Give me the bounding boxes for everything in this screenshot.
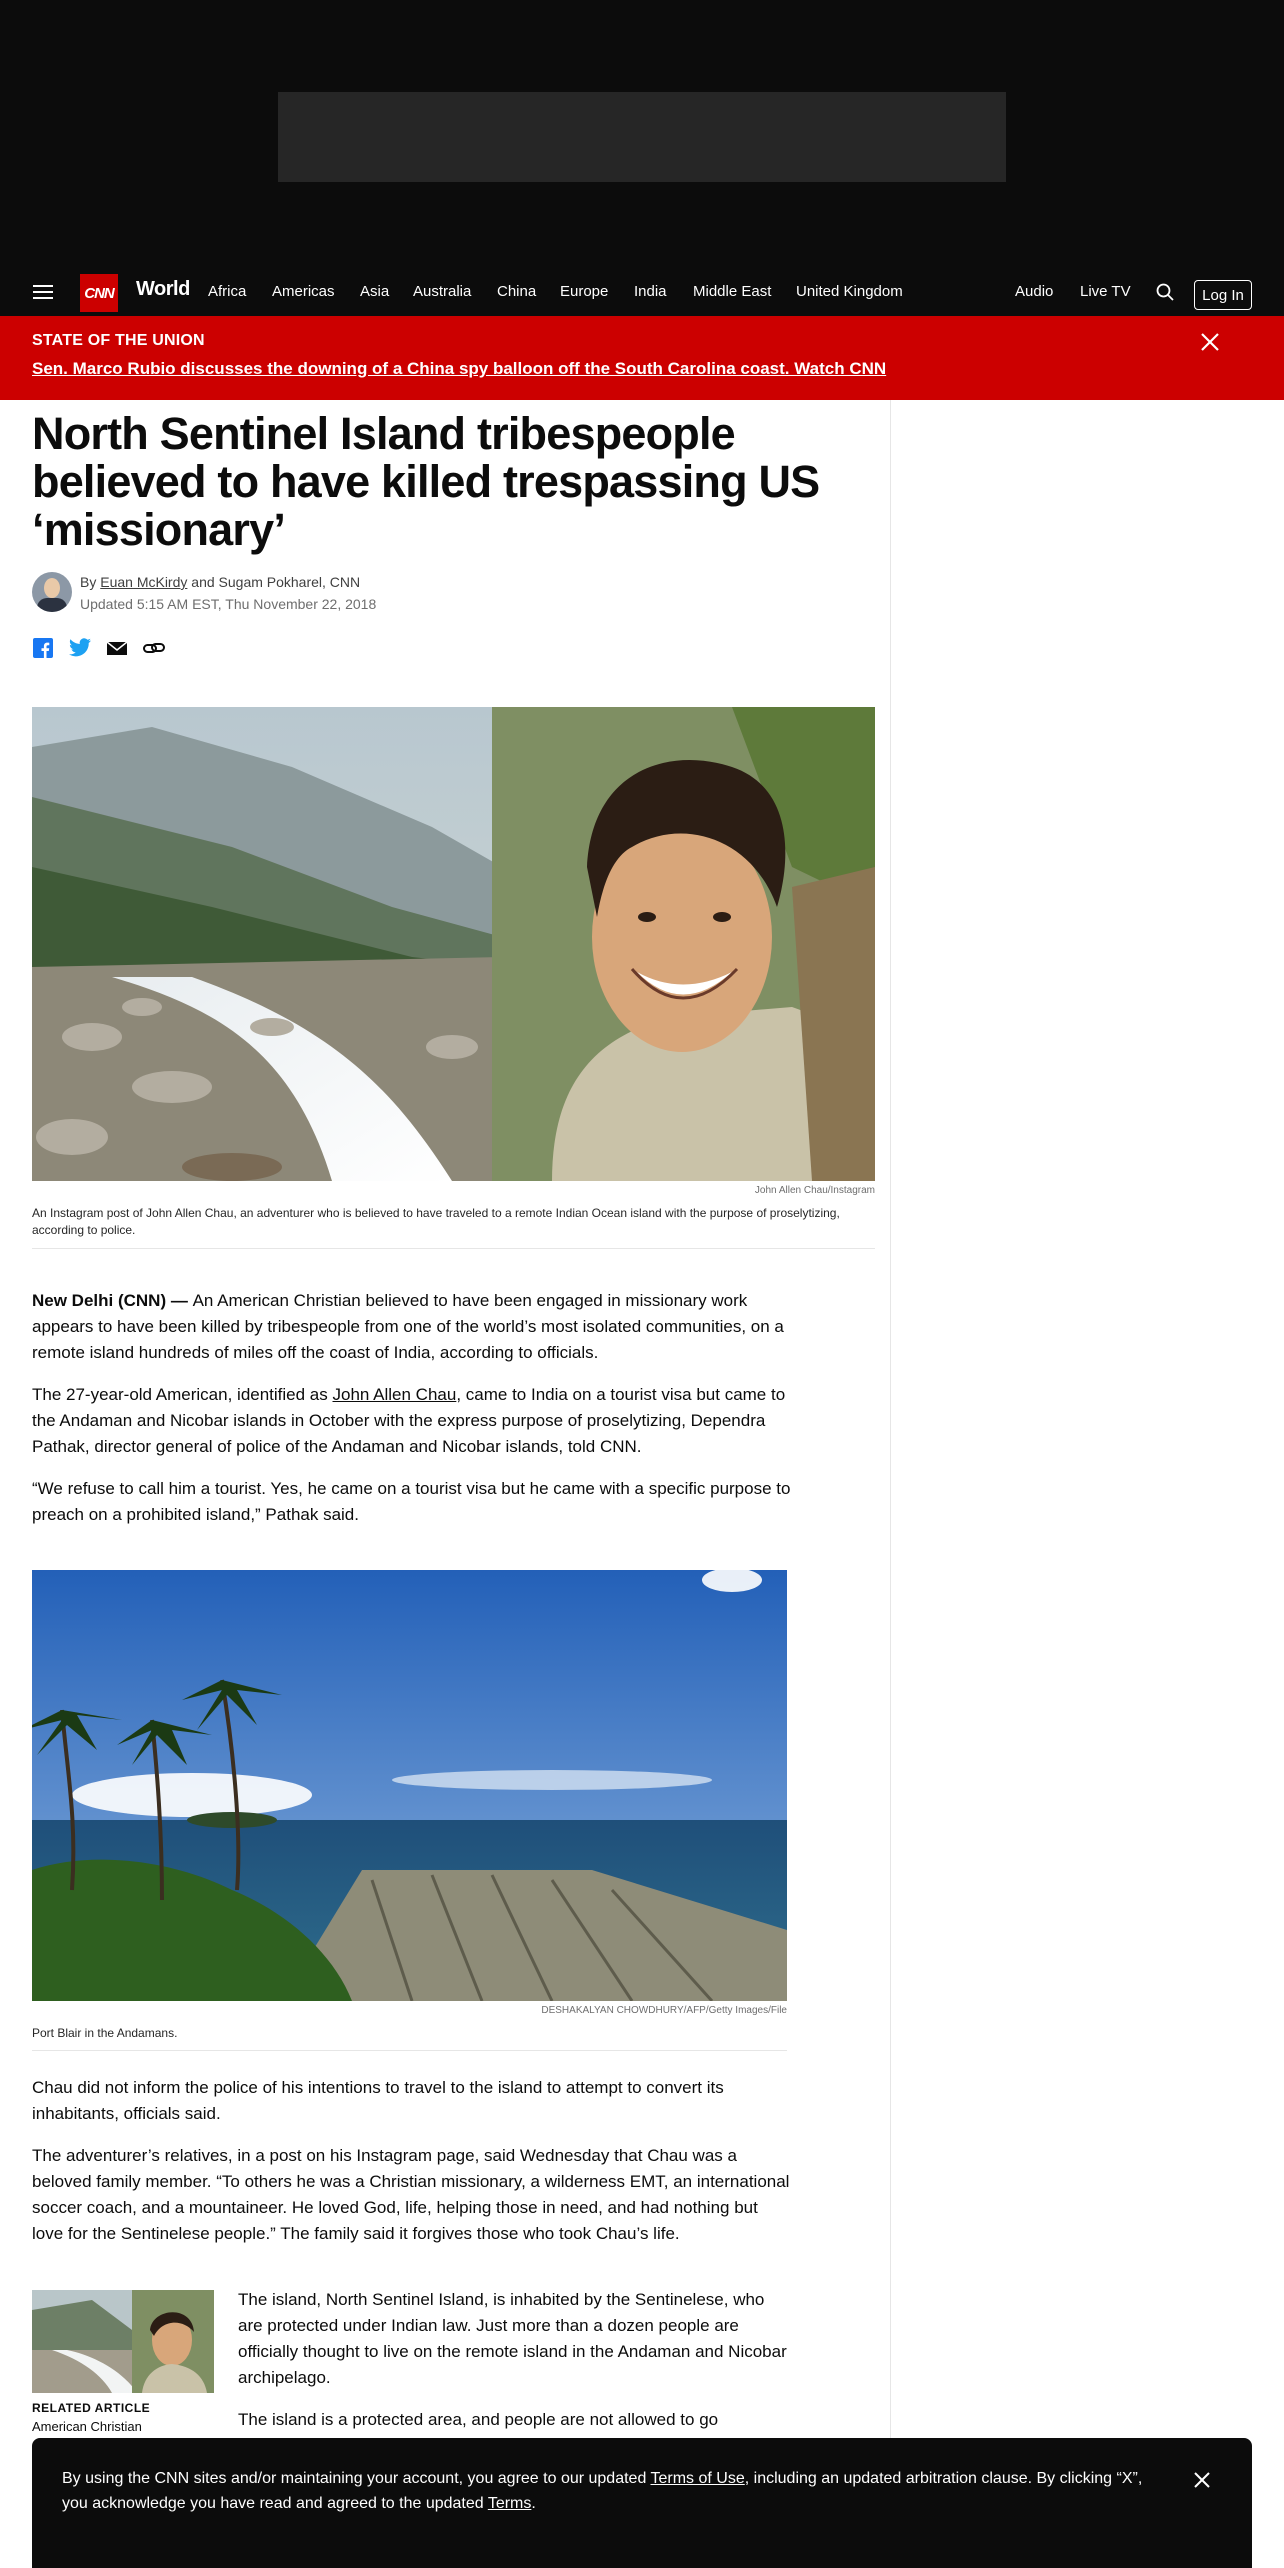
paragraph-4: Chau did not inform the police of his in… (32, 2078, 724, 2123)
caption-divider-2 (32, 2050, 787, 2051)
paragraph-1: New Delhi (CNN) — An American Christian … (32, 1288, 792, 1366)
john-allen-chau-link[interactable]: John Allen Chau (333, 1385, 457, 1404)
banner-kicker: STATE OF THE UNION (32, 332, 205, 349)
paragraph-6: The island, North Sentinel Island, is in… (238, 2290, 787, 2387)
byline-authors: By Euan McKirdy and Sugam Pokharel, CNN (80, 574, 360, 590)
nav-link-americas[interactable]: Americas (272, 283, 335, 300)
nav-link-europe[interactable]: Europe (560, 283, 608, 300)
article-title: North Sentinel Island tribespeople belie… (32, 408, 820, 555)
image-caption-2: Port Blair in the Andamans. (32, 2026, 178, 2040)
author-avatar (32, 572, 72, 612)
consent-text-1: By using the CNN sites and/or maintainin… (62, 2470, 651, 2487)
terms-consent-banner: By using the CNN sites and/or maintainin… (32, 2438, 1252, 2568)
related-article-thumbnail (32, 2290, 214, 2393)
search-icon[interactable] (1156, 283, 1174, 301)
byline: By Euan McKirdy and Sugam Pokharel, CNN … (32, 572, 932, 616)
nav-link-middle-east[interactable]: Middle East (693, 283, 771, 300)
email-icon[interactable] (106, 637, 128, 659)
facebook-icon[interactable] (32, 637, 54, 659)
banner-headline-link[interactable]: Sen. Marco Rubio discusses the downing o… (32, 359, 886, 379)
port-blair-image-graphic (32, 1570, 787, 2001)
audio-link[interactable]: Audio (1015, 283, 1053, 300)
close-icon[interactable] (1198, 330, 1222, 354)
terms-of-use-link[interactable]: Terms of Use (651, 2470, 745, 2487)
paragraph-2: The 27-year-old American, identified as … (32, 1382, 792, 1460)
dateline: New Delhi (CNN) — (32, 1291, 193, 1310)
related-article-label: RELATED ARTICLE (32, 2401, 151, 2415)
consent-text-3: . (531, 2495, 536, 2512)
advertisement-zone (0, 0, 1284, 266)
nav-link-india[interactable]: India (634, 283, 667, 300)
consent-text: By using the CNN sites and/or maintainin… (62, 2466, 1162, 2516)
byline-prefix: By (80, 574, 101, 590)
close-icon[interactable] (1192, 2470, 1212, 2490)
nav-link-africa[interactable]: Africa (208, 283, 246, 300)
image-credit: John Allen Chau/Instagram (754, 1185, 875, 1196)
copy-link-icon[interactable] (142, 637, 166, 659)
nav-link-asia[interactable]: Asia (360, 283, 389, 300)
twitter-icon[interactable] (68, 637, 92, 659)
live-tv-link[interactable]: Live TV (1080, 283, 1131, 300)
paragraph-5: The adventurer’s relatives, in a post on… (32, 2146, 790, 2243)
related-article-title[interactable]: American Christian (32, 2419, 214, 2434)
share-bar (32, 637, 166, 659)
nav-link-australia[interactable]: Australia (413, 283, 471, 300)
top-navigation: CNN World Africa Americas Asia Australia… (0, 266, 1284, 316)
port-blair-image[interactable] (32, 1570, 787, 2001)
updated-timestamp: Updated 5:15 AM EST, Thu November 22, 20… (80, 596, 377, 612)
paragraph-3: “We refuse to call him a tourist. Yes, h… (32, 1479, 791, 1524)
cnn-logo[interactable]: CNN (80, 274, 118, 312)
image-caption: An Instagram post of John Allen Chau, an… (32, 1206, 840, 1237)
caption-divider (32, 1248, 875, 1249)
column-divider (890, 400, 891, 2568)
image-credit-2: DESHAKALYAN CHOWDHURY/AFP/Getty Images/F… (541, 2005, 787, 2016)
lead-image-graphic (32, 707, 875, 1181)
menu-icon[interactable] (33, 285, 53, 299)
login-button[interactable]: Log In (1194, 280, 1252, 310)
paragraph-7: The island is a protected area, and peop… (238, 2410, 719, 2429)
byline-rest: and Sugam Pokharel, CNN (187, 574, 361, 590)
section-title[interactable]: World (136, 278, 190, 301)
nav-link-united-kingdom[interactable]: United Kingdom (796, 283, 903, 300)
paragraph-2-pre: The 27-year-old American, identified as (32, 1385, 333, 1404)
terms-link[interactable]: Terms (488, 2495, 532, 2512)
author-link[interactable]: Euan McKirdy (100, 574, 187, 590)
nav-link-china[interactable]: China (497, 283, 536, 300)
ad-placeholder[interactable] (278, 92, 1006, 182)
breaking-banner: STATE OF THE UNION Sen. Marco Rubio disc… (0, 316, 1284, 400)
related-article[interactable]: RELATED ARTICLE American Christian (32, 2290, 214, 2434)
lead-image[interactable] (32, 707, 875, 1181)
